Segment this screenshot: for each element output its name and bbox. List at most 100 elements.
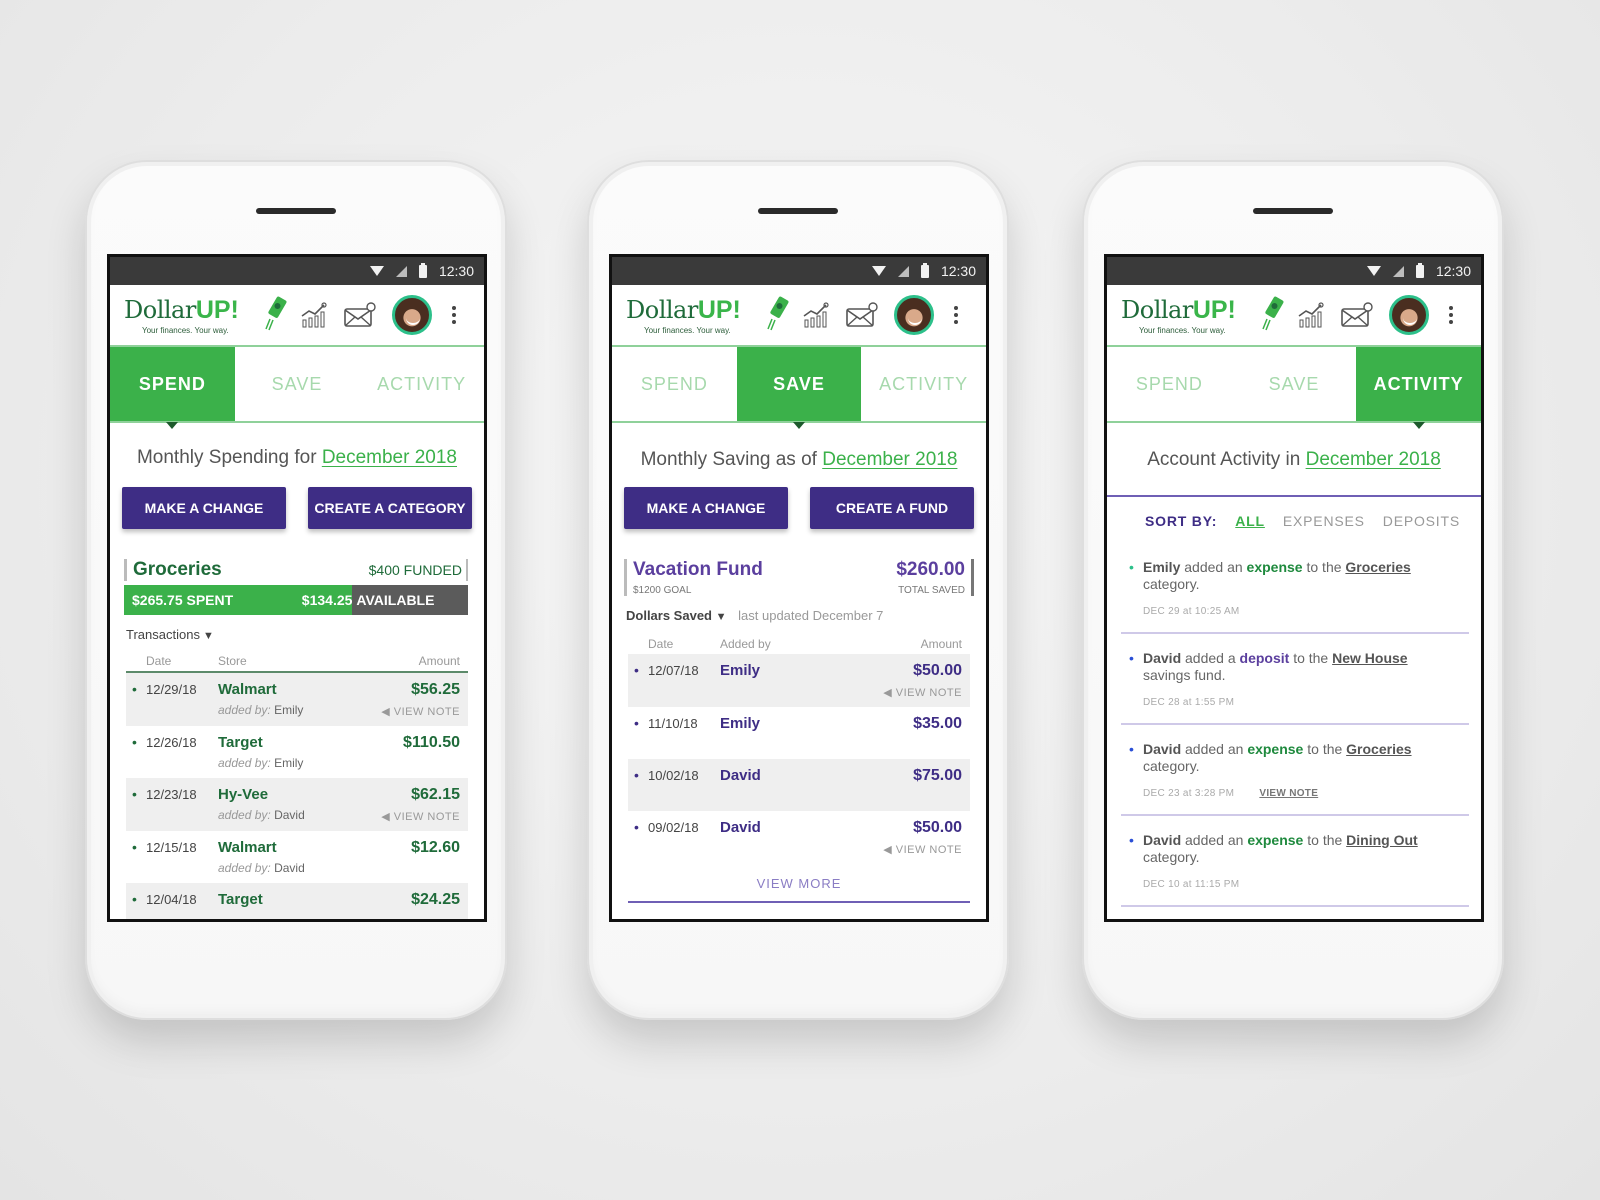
bullet-icon: • — [1129, 832, 1134, 848]
avatar[interactable] — [1389, 295, 1429, 335]
row-added-by: David — [720, 819, 761, 836]
mail-icon[interactable] — [1341, 302, 1373, 328]
phone-speaker — [1253, 208, 1333, 214]
col-date: Date — [146, 654, 172, 668]
activity-timestamp: DEC 29 at 10:25 AM — [1143, 606, 1240, 617]
activity-text: to the — [1306, 559, 1342, 575]
row-added-by: added by: David — [218, 861, 411, 875]
tab-spend[interactable]: SPEND — [110, 347, 235, 421]
month-link[interactable]: December 2018 — [1306, 449, 1441, 470]
view-more-link[interactable]: VIEW MORE — [628, 876, 970, 903]
transaction-row[interactable]: • 12/23/18 Hy-Vee added by: David $62.15… — [126, 778, 468, 831]
bullet-icon: • — [132, 734, 137, 750]
deposit-row[interactable]: • 12/07/18 Emily $50.00 ◀ VIEW NOTE — [628, 654, 970, 707]
fund-goal: $1200 GOAL — [633, 585, 692, 596]
chart-icon[interactable] — [802, 302, 830, 328]
table-header: Date Added by Amount — [628, 637, 970, 654]
avatar[interactable] — [392, 295, 432, 335]
screen-spend: 12:30 DollarUP! Your finances. Your way. — [107, 254, 487, 922]
activity-item: • David added an expense to the Dining O… — [1121, 832, 1469, 907]
view-note-text: VIEW NOTE — [895, 687, 962, 699]
tab-activity[interactable]: ACTIVITY — [861, 347, 986, 421]
logo-text-up: UP! — [1192, 296, 1236, 324]
activity-target-link[interactable]: Groceries — [1345, 559, 1410, 575]
tab-spend[interactable]: SPEND — [1107, 347, 1232, 421]
tab-save[interactable]: SAVE — [235, 347, 360, 421]
row-date: 12/07/18 — [648, 663, 699, 678]
deposit-row[interactable]: • 11/10/18 Emily $35.00 — [628, 707, 970, 759]
activity-user: David — [1143, 650, 1182, 666]
transaction-row[interactable]: • 12/29/18 Walmart added by: Emily $56.2… — [126, 673, 468, 726]
transactions-dropdown[interactable]: Transactions ▼ — [126, 627, 484, 642]
mail-icon[interactable] — [846, 302, 878, 328]
signal-icon — [897, 265, 909, 277]
more-vert-icon[interactable] — [452, 306, 456, 324]
phone-speaker — [256, 208, 336, 214]
bullet-icon: • — [132, 681, 137, 697]
more-vert-icon[interactable] — [954, 306, 958, 324]
mail-icon[interactable] — [344, 302, 376, 328]
row-store: Walmart — [218, 839, 277, 856]
transaction-row[interactable]: • 12/15/18 Walmart added by: David $12.6… — [126, 831, 468, 883]
sort-expenses[interactable]: EXPENSES — [1283, 513, 1365, 529]
chart-icon[interactable] — [1297, 302, 1325, 328]
activity-time-row: DEC 28 at 1:55 PM — [1143, 694, 1469, 711]
view-note-link[interactable]: ◀ VIEW NOTE — [883, 843, 962, 856]
make-a-change-button[interactable]: MAKE A CHANGE — [122, 487, 286, 529]
app-logo[interactable]: DollarUP! Your finances. Your way. — [124, 295, 290, 335]
logo-text: Dollar — [1121, 296, 1193, 324]
avatar[interactable] — [894, 295, 934, 335]
row-date: 12/29/18 — [146, 682, 197, 697]
activity-tail: savings fund. — [1143, 667, 1226, 683]
tab-save[interactable]: SAVE — [736, 347, 862, 421]
more-vert-icon[interactable] — [1449, 306, 1453, 324]
available-label: AVAILABLE — [356, 592, 435, 608]
row-added-by: added by: David — [218, 808, 381, 822]
make-a-change-button[interactable]: MAKE A CHANGE — [624, 487, 788, 529]
row-date: 12/26/18 — [146, 735, 197, 750]
last-updated: last updated December 7 — [738, 608, 884, 623]
month-link[interactable]: December 2018 — [822, 449, 957, 470]
view-note-link[interactable]: ◀ VIEW NOTE — [381, 705, 460, 718]
category-card: Groceries $400 FUNDED $265.75 SPENT $134… — [124, 559, 468, 615]
view-note-link[interactable]: ◀ VIEW NOTE — [381, 810, 460, 823]
heading-text: Account Activity in — [1147, 449, 1301, 470]
sort-deposits[interactable]: DEPOSITS — [1383, 513, 1460, 529]
view-note-text: VIEW NOTE — [393, 706, 460, 718]
chart-icon[interactable] — [300, 302, 328, 328]
bar-available: AVAILABLE — [352, 585, 468, 615]
tab-activity[interactable]: ACTIVITY — [1356, 347, 1481, 421]
logo-text-up: UP! — [697, 296, 741, 324]
row-date: 11/10/18 — [648, 716, 698, 731]
logo-text: Dollar — [124, 296, 196, 324]
create-fund-button[interactable]: CREATE A FUND — [810, 487, 974, 529]
row-store: Hy-Vee — [218, 786, 269, 803]
tab-spend[interactable]: SPEND — [612, 347, 737, 421]
deposit-row[interactable]: • 10/02/18 David $75.00 — [628, 759, 970, 811]
added-by-label: added by: — [218, 703, 271, 717]
bullet-icon: • — [132, 839, 137, 855]
activity-user: David — [1143, 741, 1182, 757]
tab-save[interactable]: SAVE — [1232, 347, 1357, 421]
deposit-row[interactable]: • 09/02/18 David $50.00 ◀ VIEW NOTE — [628, 811, 970, 864]
view-note-link[interactable]: ◀ VIEW NOTE — [883, 686, 962, 699]
activity-target-link[interactable]: Dining Out — [1346, 832, 1418, 848]
tab-activity[interactable]: ACTIVITY — [359, 347, 484, 421]
create-category-button[interactable]: CREATE A CATEGORY — [308, 487, 472, 529]
col-added-by: Added by — [720, 637, 771, 651]
dollars-saved-dropdown[interactable]: Dollars Saved ▼ — [626, 608, 727, 623]
added-by-label: added by: — [218, 861, 271, 875]
activity-text: to the — [1307, 832, 1343, 848]
app-logo[interactable]: DollarUP! Your finances. Your way. — [626, 295, 792, 335]
activity-target-link[interactable]: New House — [1332, 650, 1407, 666]
month-link[interactable]: December 2018 — [322, 447, 457, 468]
transaction-row[interactable]: • 12/26/18 Target added by: Emily $110.5… — [126, 726, 468, 778]
view-note-link[interactable]: VIEW NOTE — [1259, 788, 1318, 799]
wifi-icon — [369, 266, 384, 276]
activity-target-link[interactable]: Groceries — [1346, 741, 1411, 757]
view-note-text: VIEW NOTE — [895, 844, 962, 856]
transaction-row[interactable]: • 12/04/18 Target $24.25 — [126, 883, 468, 919]
bullet-icon: • — [1129, 741, 1134, 757]
sort-all[interactable]: ALL — [1235, 513, 1265, 529]
app-logo[interactable]: DollarUP! Your finances. Your way. — [1121, 295, 1287, 335]
